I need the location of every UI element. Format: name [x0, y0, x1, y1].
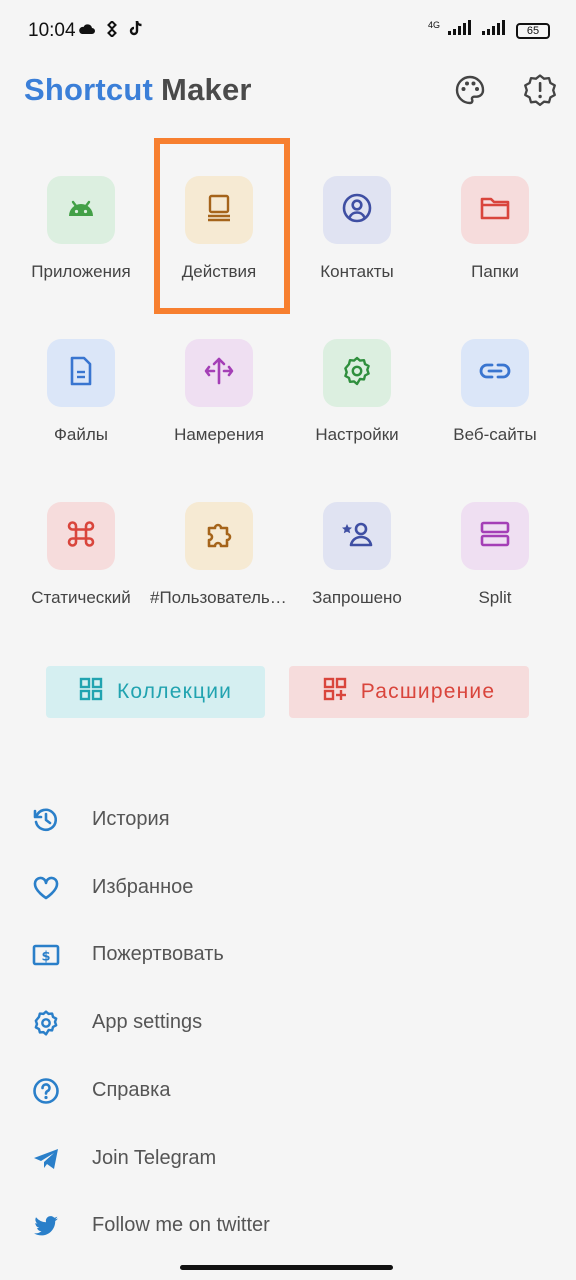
menu-label: Пожертвовать — [92, 943, 224, 965]
extension-label: Расширение — [360, 680, 496, 703]
status-bar: 10:04 4G 65 — [0, 0, 576, 64]
heart-icon — [32, 874, 60, 902]
app-title-part2: Maker — [161, 72, 252, 107]
menu-item-donate[interactable]: $ Пожертвовать — [0, 925, 576, 985]
collections-button[interactable]: Коллекции — [46, 666, 265, 718]
menu-label: App settings — [92, 1011, 203, 1033]
telegram-icon — [32, 1145, 60, 1173]
settings-alert-icon — [523, 73, 557, 112]
tile-requested[interactable]: Запрошено — [288, 502, 426, 652]
grid-icon — [79, 677, 103, 707]
tile-label: #Пользовательский — [150, 588, 288, 607]
tile-label: Split — [478, 588, 512, 607]
highlight-box — [154, 138, 290, 314]
tile-label: Файлы — [53, 425, 108, 444]
tile-label: Статический — [31, 588, 131, 607]
command-icon — [65, 518, 97, 555]
menu-item-history[interactable]: История — [0, 790, 576, 850]
twitter-icon — [32, 1212, 60, 1240]
tile-files[interactable]: Файлы — [12, 339, 150, 489]
grid-add-icon — [323, 677, 347, 707]
home-indicator[interactable] — [180, 1265, 393, 1270]
tile-label: Папки — [471, 262, 519, 281]
tile-websites[interactable]: Веб-сайты — [426, 339, 564, 489]
menu-label: Join Telegram — [92, 1147, 217, 1169]
help-icon — [32, 1077, 60, 1105]
tiktok-icon — [128, 20, 144, 44]
status-time: 10:04 — [28, 20, 76, 41]
tile-label: Настройки — [315, 425, 399, 444]
battery-icon: 65 — [516, 22, 550, 39]
tile-label: Контакты — [320, 262, 394, 281]
menu-label: Follow me on twitter — [92, 1214, 270, 1236]
split-icon — [479, 520, 511, 553]
palette-icon — [454, 74, 486, 111]
tile-static[interactable]: Статический — [12, 502, 150, 652]
file-icon — [67, 355, 95, 392]
signal-icon — [448, 20, 474, 41]
tile-label: Приложения — [31, 262, 131, 281]
tile-settings[interactable]: Настройки — [288, 339, 426, 489]
signal-icon — [482, 20, 508, 41]
extension-button[interactable]: Расширение — [289, 666, 529, 718]
menu-item-telegram[interactable]: Join Telegram — [0, 1129, 576, 1189]
donate-icon: $ — [32, 941, 60, 969]
link-icon — [478, 361, 512, 386]
menu-label: Избранное — [92, 876, 194, 898]
requested-user-icon — [340, 518, 374, 555]
battery-level: 65 — [526, 24, 540, 37]
tile-label: Намерения — [174, 425, 264, 444]
collections-label: Коллекции — [116, 680, 233, 703]
contact-icon — [341, 192, 373, 229]
menu-item-app-settings[interactable]: App settings — [0, 993, 576, 1053]
gear-icon — [341, 355, 373, 392]
menu-item-favorites[interactable]: Избранное — [0, 858, 576, 918]
app-title-part1: Shortcut — [24, 72, 154, 107]
tile-folders[interactable]: Папки — [426, 176, 564, 326]
tile-contacts[interactable]: Контакты — [288, 176, 426, 326]
menu-label: Справка — [92, 1079, 171, 1101]
tile-split[interactable]: Split — [426, 502, 564, 652]
menu-item-help[interactable]: Справка — [0, 1061, 576, 1121]
folder-icon — [479, 194, 511, 227]
settings-icon — [32, 1009, 60, 1037]
settings-alert-button[interactable] — [520, 72, 560, 112]
tile-label: Запрошено — [312, 588, 402, 607]
intent-icon — [203, 355, 235, 392]
network-type: 4G — [427, 19, 440, 30]
palette-button[interactable] — [450, 72, 490, 112]
android-icon — [64, 191, 98, 230]
app-title: Shortcut Maker — [24, 72, 252, 108]
svg-text:$: $ — [41, 950, 50, 965]
puzzle-icon — [203, 518, 235, 555]
binance-icon — [104, 20, 120, 43]
cloud-icon — [78, 22, 96, 42]
menu-item-twitter[interactable]: Follow me on twitter — [0, 1196, 576, 1256]
tile-label: Веб-сайты — [453, 425, 537, 444]
tile-intents[interactable]: Намерения — [150, 339, 288, 489]
tile-apps[interactable]: Приложения — [12, 176, 150, 326]
menu-label: История — [92, 808, 170, 830]
tile-custom[interactable]: #Пользовательский — [150, 502, 288, 652]
history-icon — [32, 806, 60, 834]
